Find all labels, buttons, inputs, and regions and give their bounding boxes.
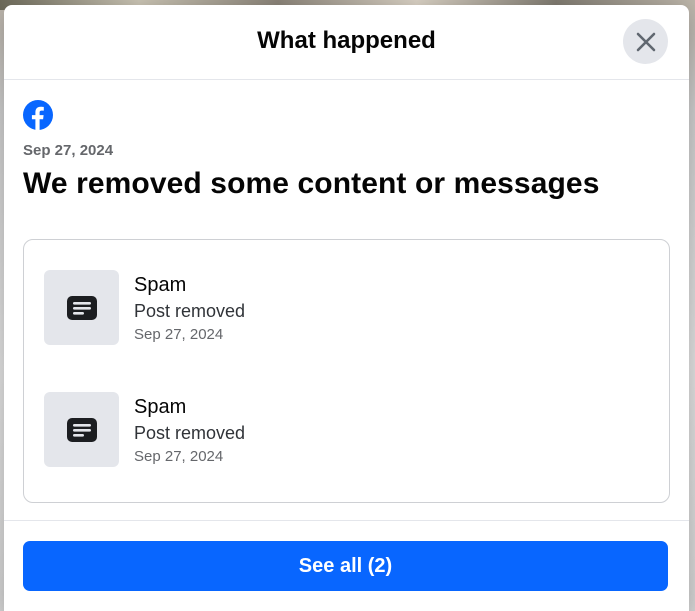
item-text: Spam Post removed Sep 27, 2024 bbox=[134, 394, 245, 468]
item-date: Sep 27, 2024 bbox=[134, 448, 224, 465]
item-text: Spam Post removed Sep 27, 2024 bbox=[134, 272, 245, 346]
what-happened-dialog: What happened Sep 27, 2024 We removed so… bbox=[4, 5, 689, 611]
item-date: Sep 27, 2024 bbox=[134, 326, 224, 343]
item-thumbnail bbox=[44, 392, 119, 467]
close-button[interactable] bbox=[623, 19, 668, 64]
post-icon bbox=[66, 417, 97, 442]
close-icon bbox=[636, 32, 655, 51]
list-item[interactable]: Spam Post removed Sep 27, 2024 bbox=[44, 392, 649, 468]
dialog-title: What happened bbox=[257, 27, 436, 54]
item-status: Post removed bbox=[134, 423, 246, 443]
dialog-footer: See all (2) bbox=[4, 520, 689, 611]
post-icon bbox=[66, 295, 97, 320]
summary-headline: We removed some content or messages bbox=[23, 167, 600, 200]
facebook-logo-icon bbox=[23, 100, 53, 130]
summary-date: Sep 27, 2024 bbox=[23, 142, 114, 159]
dialog-header: What happened bbox=[4, 5, 689, 80]
removed-content-list: Spam Post removed Sep 27, 2024 Spam Post… bbox=[23, 239, 670, 503]
list-item[interactable]: Spam Post removed Sep 27, 2024 bbox=[44, 270, 649, 346]
item-status: Post removed bbox=[134, 301, 246, 321]
see-all-button[interactable]: See all (2) bbox=[23, 541, 668, 591]
item-title: Spam bbox=[134, 396, 187, 418]
dialog-body: Sep 27, 2024 We removed some content or … bbox=[4, 80, 689, 503]
item-title: Spam bbox=[134, 274, 187, 296]
item-thumbnail bbox=[44, 270, 119, 345]
